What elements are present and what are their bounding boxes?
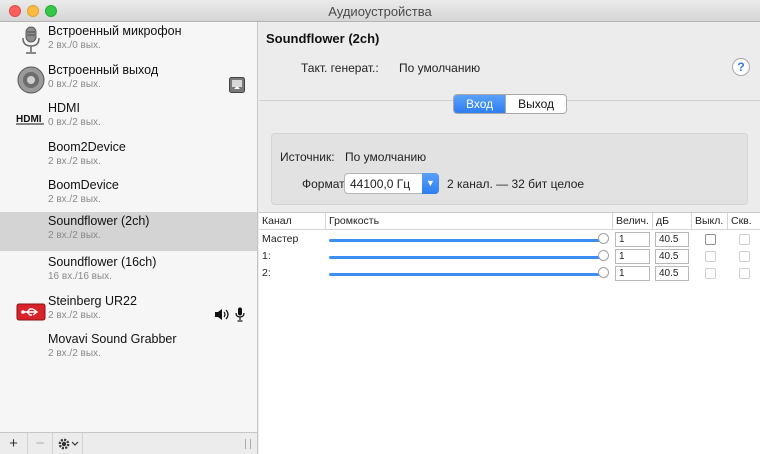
format-select[interactable]: 44100,0 Гц ▼: [344, 173, 439, 194]
device-io: 2 вх./2 вых.: [48, 348, 101, 359]
input-settings-box: Источник: По умолчанию Формат: 44100,0 Г…: [271, 133, 748, 205]
header-mute[interactable]: Выкл.: [695, 215, 723, 227]
device-item-movavi-sound-grabber[interactable]: Movavi Sound Grabber 2 вх./2 вых.: [0, 330, 257, 369]
volume-slider-knob[interactable]: [598, 233, 609, 244]
help-button[interactable]: ?: [732, 58, 750, 76]
tab-input[interactable]: Вход: [454, 95, 506, 113]
format-description: 2 канал. — 32 бит целое: [447, 177, 585, 191]
title-bar: Аудиоустройства: [0, 0, 760, 22]
table-row: 2: 1 40.5: [259, 265, 760, 283]
header-thru[interactable]: Скв.: [731, 215, 752, 227]
table-header: Канал Громкость Велич. дБ Выкл. Скв.: [259, 213, 760, 230]
clock-source-value: По умолчанию: [399, 61, 481, 75]
microphone-icon: [22, 26, 40, 54]
remove-device-button[interactable]: −: [28, 433, 53, 454]
device-item-boomdevice[interactable]: BoomDevice 2 вх./2 вых.: [0, 176, 257, 215]
volume-slider-knob[interactable]: [598, 267, 609, 278]
device-detail-pane: Soundflower (2ch) Такт. генерат.: По умо…: [259, 22, 760, 454]
device-item-boom2device[interactable]: Boom2Device 2 вх./2 вых.: [0, 138, 257, 177]
volume-slider[interactable]: [329, 273, 605, 276]
device-io: 2 вх./2 вых.: [48, 155, 101, 167]
add-device-button[interactable]: +: [0, 433, 28, 454]
value-field[interactable]: 1: [615, 249, 650, 264]
thru-checkbox: [739, 234, 750, 245]
device-list[interactable]: Встроенный микрофон 2 вх./0 вых. Встроен…: [0, 22, 258, 432]
device-io: 16 вх./16 вых.: [48, 271, 112, 282]
io-segmented-control: Вход Выход: [453, 94, 568, 114]
tab-output[interactable]: Выход: [505, 95, 566, 113]
device-item-soundflower-16ch[interactable]: Soundflower (16ch) 16 вх./16 вых.: [0, 253, 257, 292]
value-field[interactable]: 1: [615, 232, 650, 247]
table-row: Мастер 1 40.5: [259, 231, 760, 249]
db-field[interactable]: 40.5: [655, 249, 689, 264]
sidebar-toolbar: + −: [0, 432, 258, 454]
channel-name: 1:: [262, 250, 271, 262]
gear-icon: [58, 438, 78, 449]
header-volume[interactable]: Громкость: [329, 215, 379, 227]
thru-checkbox: [739, 251, 750, 262]
hdmi-icon: HDMI: [16, 114, 44, 125]
device-name: Soundflower (16ch): [48, 255, 157, 269]
window-title: Аудиоустройства: [328, 4, 432, 19]
device-title: Soundflower (2ch): [266, 31, 380, 46]
header-db[interactable]: дБ: [656, 215, 669, 227]
source-value: По умолчанию: [345, 150, 427, 164]
device-name: BoomDevice: [48, 178, 119, 192]
device-io: 0 вх./2 вых.: [48, 117, 101, 128]
mute-checkbox: [705, 268, 716, 279]
device-name: Boom2Device: [48, 139, 126, 154]
mute-checkbox: [705, 251, 716, 262]
device-name: Встроенный микрофон: [48, 24, 182, 38]
device-item-soundflower-2ch[interactable]: Soundflower (2ch) 2 вх./2 вых.: [0, 212, 257, 251]
device-name: Movavi Sound Grabber: [48, 332, 177, 346]
format-label: Формат:: [302, 177, 348, 191]
source-label: Источник:: [280, 150, 335, 164]
db-field[interactable]: 40.5: [655, 266, 689, 281]
resize-handle[interactable]: [245, 439, 251, 449]
device-name: Steinberg UR22: [48, 293, 137, 308]
device-item-steinberg-ur22[interactable]: Steinberg UR22 2 вх./2 вых.: [0, 292, 257, 331]
channel-table: Канал Громкость Велич. дБ Выкл. Скв. Мас…: [259, 212, 760, 454]
device-io: 0 вх./2 вых.: [48, 78, 101, 90]
svg-text:HDMI: HDMI: [16, 114, 42, 125]
device-io: 2 вх./2 вых.: [48, 230, 101, 241]
table-row: 1: 1 40.5: [259, 248, 760, 266]
device-name: Soundflower (2ch): [48, 214, 150, 228]
usb-interface-icon: [16, 303, 46, 320]
volume-slider[interactable]: [329, 239, 605, 242]
value-field[interactable]: 1: [615, 266, 650, 281]
settings-menu-button[interactable]: [53, 433, 83, 454]
volume-slider[interactable]: [329, 256, 605, 259]
volume-slider-knob[interactable]: [598, 250, 609, 261]
channel-name: Мастер: [262, 233, 299, 245]
clock-source-label: Такт. генерат.:: [301, 61, 379, 75]
device-name: HDMI: [48, 101, 80, 115]
device-io: 2 вх./2 вых.: [48, 309, 101, 321]
device-item-builtin-output[interactable]: Встроенный выход 0 вх./2 вых.: [0, 61, 257, 100]
device-item-builtin-mic[interactable]: Встроенный микрофон 2 вх./0 вых.: [0, 22, 257, 61]
device-io: 2 вх./2 вых.: [48, 194, 101, 205]
format-select-value: 44100,0 Гц: [350, 177, 411, 191]
db-field[interactable]: 40.5: [655, 232, 689, 247]
microphone-small-icon: [235, 307, 245, 322]
header-value[interactable]: Велич.: [616, 215, 649, 227]
chevron-down-icon: ▼: [422, 173, 439, 194]
mute-checkbox[interactable]: [705, 234, 716, 245]
speaker-volume-icon: [215, 308, 229, 320]
channel-name: 2:: [262, 267, 271, 279]
default-output-icon: [229, 76, 245, 93]
header-channel[interactable]: Канал: [262, 215, 292, 227]
device-io: 2 вх./0 вых.: [48, 40, 101, 51]
device-name: Встроенный выход: [48, 62, 159, 77]
device-item-hdmi[interactable]: HDMI HDMI 0 вх./2 вых.: [0, 99, 257, 138]
thru-checkbox: [739, 268, 750, 279]
speaker-icon: [17, 66, 45, 93]
